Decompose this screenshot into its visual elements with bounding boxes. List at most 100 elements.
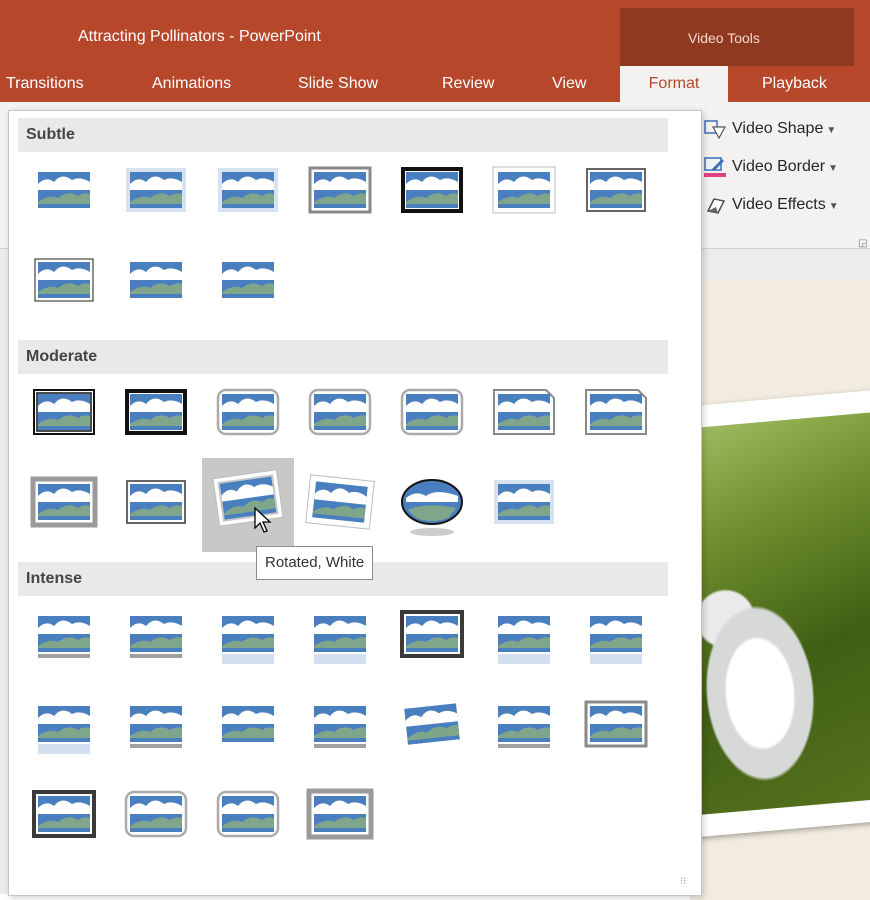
video-style-icon: [590, 616, 642, 664]
video-style-subtle-2[interactable]: [110, 150, 202, 232]
video-shape-label: Video Shape: [732, 120, 824, 137]
video-style-subtle-3[interactable]: [202, 150, 294, 232]
chevron-down-icon: ▼: [828, 163, 839, 174]
video-style-icon: [498, 706, 550, 748]
video-style-intense-16[interactable]: [110, 774, 202, 856]
video-style-intense-18[interactable]: [294, 774, 386, 856]
video-style-subtle-1[interactable]: [18, 150, 110, 232]
video-style-icon: [306, 788, 374, 840]
video-style-moderate-12[interactable]: [386, 462, 478, 544]
video-style-intense-5[interactable]: [386, 594, 478, 676]
video-style-icon: [38, 616, 90, 658]
video-style-icon: [125, 389, 187, 435]
video-style-icon: [404, 703, 460, 745]
video-style-icon: [34, 258, 94, 302]
tab-view[interactable]: View: [548, 66, 590, 102]
video-style-moderate-8[interactable]: [18, 462, 110, 544]
resize-grip-icon[interactable]: ⁝⁝: [680, 876, 686, 887]
video-style-icon: [308, 388, 372, 436]
video-style-intense-14[interactable]: [570, 684, 662, 766]
video-style-icon: [493, 389, 555, 435]
video-style-moderate-1[interactable]: [18, 372, 110, 454]
video-style-moderate-3[interactable]: [202, 372, 294, 454]
video-style-moderate-5[interactable]: [386, 372, 478, 454]
video-style-icon: [130, 616, 182, 658]
video-style-subtle-10[interactable]: [202, 240, 294, 322]
video-border-button[interactable]: Video Border ▼: [704, 154, 838, 180]
video-style-moderate-6[interactable]: [478, 372, 570, 454]
video-style-icon: [130, 262, 182, 298]
video-style-icon: [401, 167, 463, 213]
video-style-intense-10[interactable]: [202, 684, 294, 766]
video-style-icon: [216, 388, 280, 436]
mouse-pointer-icon: [253, 506, 275, 539]
style-tooltip: Rotated, White: [256, 546, 374, 580]
video-style-intense-13[interactable]: [478, 684, 570, 766]
video-style-icon: [216, 790, 280, 838]
video-shape-button[interactable]: Video Shape ▼: [704, 116, 836, 142]
video-style-icon: [33, 389, 95, 435]
video-style-intense-12[interactable]: [386, 684, 478, 766]
video-style-moderate-2[interactable]: [110, 372, 202, 454]
video-style-icon: [218, 168, 278, 212]
tab-format[interactable]: Format: [620, 66, 728, 102]
video-style-subtle-7[interactable]: [570, 150, 662, 232]
video-style-icon: [401, 479, 463, 536]
video-style-icon: [305, 474, 375, 530]
tab-review[interactable]: Review: [438, 66, 498, 102]
video-style-intense-6[interactable]: [478, 594, 570, 676]
video-style-intense-15[interactable]: [18, 774, 110, 856]
video-shape-icon: [704, 119, 727, 140]
video-style-intense-17[interactable]: [202, 774, 294, 856]
video-style-moderate-13[interactable]: [478, 462, 570, 544]
document-title: Attracting Pollinators - PowerPoint: [78, 28, 321, 45]
video-style-intense-11[interactable]: [294, 684, 386, 766]
video-style-intense-8[interactable]: [18, 684, 110, 766]
video-style-icon: [585, 389, 647, 435]
tab-transitions[interactable]: Transitions: [2, 66, 88, 102]
video-style-intense-1[interactable]: [18, 594, 110, 676]
video-style-icon: [212, 469, 284, 527]
video-style-intense-3[interactable]: [202, 594, 294, 676]
video-style-icon: [494, 480, 554, 524]
video-style-intense-9[interactable]: [110, 684, 202, 766]
video-style-subtle-6[interactable]: [478, 150, 570, 232]
video-effects-label: Video Effects: [732, 196, 826, 213]
pen-border-icon: [704, 157, 726, 177]
video-style-moderate-9[interactable]: [110, 462, 202, 544]
tab-playback[interactable]: Playback: [758, 66, 831, 102]
video-style-intense-7[interactable]: [570, 594, 662, 676]
video-style-moderate-7[interactable]: [570, 372, 662, 454]
video-style-icon: [126, 168, 186, 212]
video-style-intense-2[interactable]: [110, 594, 202, 676]
video-style-icon: [130, 706, 182, 748]
video-style-icon: [400, 388, 464, 436]
video-style-icon: [222, 706, 274, 742]
video-style-icon: [32, 790, 96, 838]
video-style-subtle-5[interactable]: [386, 150, 478, 232]
video-effects-icon: [704, 195, 726, 215]
video-effects-button[interactable]: Video Effects ▼: [704, 192, 839, 218]
video-style-icon: [314, 706, 366, 748]
video-style-icon: [308, 166, 372, 214]
video-style-icon: [584, 700, 648, 748]
video-style-icon: [314, 616, 366, 664]
video-style-intense-4[interactable]: [294, 594, 386, 676]
video-style-icon: [124, 790, 188, 838]
tab-slide-show[interactable]: Slide Show: [294, 66, 382, 102]
ribbon-tabs: [0, 66, 870, 102]
video-style-subtle-9[interactable]: [110, 240, 202, 322]
dialog-launcher-icon[interactable]: ◲: [858, 238, 867, 249]
video-style-icon: [586, 168, 646, 212]
section-header-subtle: Subtle: [18, 118, 668, 152]
video-style-subtle-4[interactable]: [294, 150, 386, 232]
chevron-down-icon: ▼: [828, 201, 839, 212]
video-style-moderate-11[interactable]: [294, 462, 386, 544]
video-style-icon: [126, 480, 186, 524]
video-style-moderate-4[interactable]: [294, 372, 386, 454]
video-style-icon: [492, 166, 556, 214]
video-style-subtle-8[interactable]: [18, 240, 110, 322]
tab-animations[interactable]: Animations: [148, 66, 235, 102]
video-border-label: Video Border: [732, 158, 826, 175]
video-style-moderate-10[interactable]: [202, 458, 294, 552]
